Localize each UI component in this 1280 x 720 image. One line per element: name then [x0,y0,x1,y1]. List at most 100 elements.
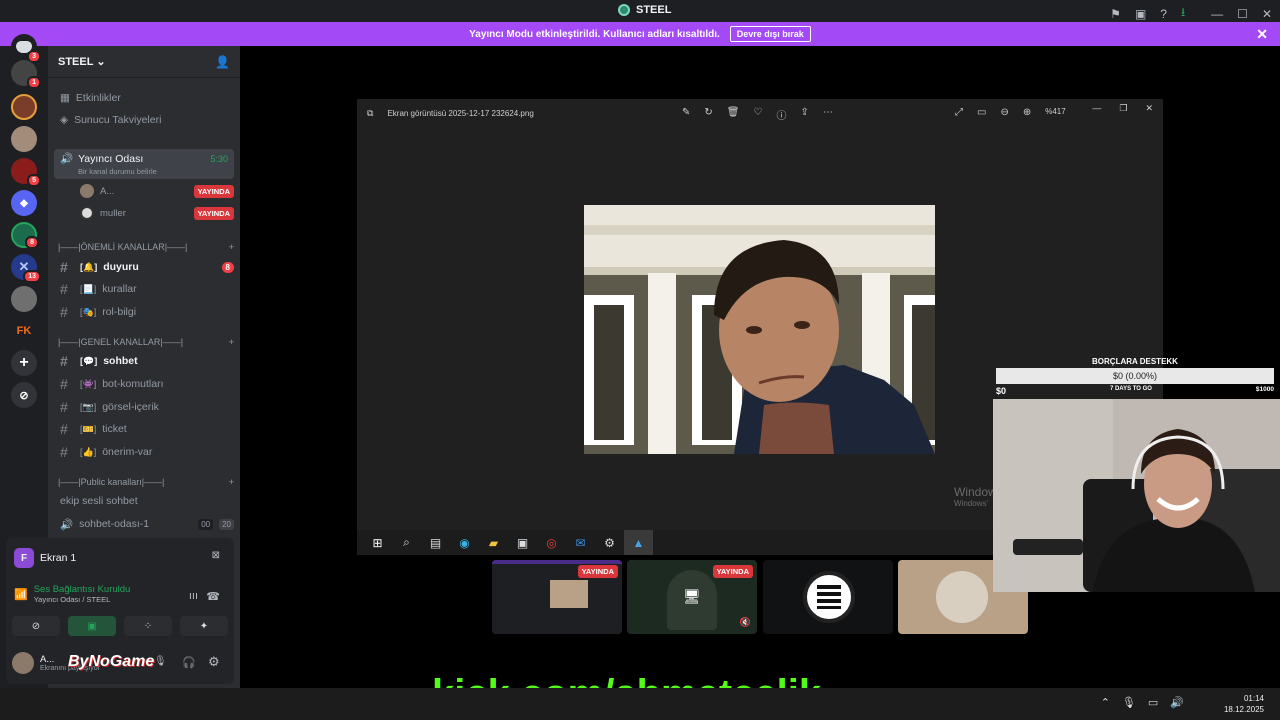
help-icon[interactable]: ? [1160,7,1167,21]
more-icon[interactable]: ⋯ [823,107,833,122]
channel-onerim-var[interactable]: # [👍] önerim-var [54,442,234,462]
connection-status[interactable]: Ses Bağlantısı Kuruldu [34,584,131,595]
settings-gear-icon[interactable]: ⚙ [208,654,220,670]
flag-icon[interactable]: ⚑ [1110,7,1121,21]
server-icon-9[interactable]: FK [11,318,37,344]
voice-channel-active[interactable]: 🔊 Yayıncı Odası 5:30 Bir kanal durumu be… [54,149,234,179]
fit-icon[interactable]: ▭ [977,107,986,118]
maximize-button[interactable]: ☐ [1237,7,1248,21]
viewer-minimize-button[interactable]: — [1092,103,1101,114]
zoom-in-icon[interactable]: ⊕ [1023,107,1031,118]
noise-suppression-icon[interactable]: ııı [189,590,198,602]
minimize-button[interactable]: — [1211,7,1223,21]
photos-app-icon[interactable]: ▲ [624,530,653,555]
search-icon[interactable]: ⌕ [392,530,421,555]
edit-icon[interactable]: ✎ [682,107,690,122]
clock-time[interactable]: 01:14 [1224,693,1264,704]
server-icon-5[interactable]: ◆ [11,190,37,216]
category-important[interactable]: |——|ÖNEMLİ KANALLAR|——| + [58,242,234,252]
explore-servers-icon[interactable]: ⊘ [11,382,37,408]
server-icon-6[interactable]: 8 [11,222,39,249]
mail-icon[interactable]: ✉ [566,530,595,555]
voice-channel-sohbet-odasi[interactable]: 🔊 sohbet-odası-1 00 20 [54,514,234,534]
tray-volume-icon[interactable]: 🔊 [1170,696,1184,709]
voice-user[interactable]: muller YAYINDA [74,203,234,223]
task-view-icon[interactable]: ▤ [421,530,450,555]
boosts-item[interactable]: ◈ Sunucu Takviyeleri [54,110,234,130]
server-icon-7[interactable]: ✕ 13 [11,254,41,283]
donation-goal: $1000 [1255,386,1274,393]
disable-streamer-mode-button[interactable]: Devre dışı bırak [729,26,811,42]
camera-off-button[interactable]: ⊘ [12,616,60,636]
category-general[interactable]: |——|GENEL KANALLAR|——| + [58,337,234,347]
add-channel-icon[interactable]: + [229,337,234,347]
user-avatar[interactable] [12,652,34,674]
server-header[interactable]: STEEL ⌄ 👤 [48,46,240,78]
tray-chevron-icon[interactable]: ⌃ [1101,696,1110,709]
gallery-icon[interactable]: ⧉ [367,108,373,119]
server-badge: 8 [25,236,39,249]
share-icon[interactable]: ⇪ [800,107,808,122]
steam-icon[interactable]: ⚙ [595,530,624,555]
tray-microphone-icon[interactable]: 🎙 [1122,696,1136,709]
server-icon-0[interactable]: 3 [11,34,41,63]
server-icon-8[interactable] [11,286,37,312]
server-icon-1[interactable]: 1 [11,60,41,89]
favorite-icon[interactable]: ♡ [753,107,762,122]
chrome-icon[interactable]: ◎ [537,530,566,555]
inbox-icon[interactable]: ▣ [1135,7,1146,21]
hash-icon: # [60,353,68,369]
soundboard-button[interactable]: ✦ [180,616,228,636]
store-icon[interactable]: ▣ [508,530,537,555]
stop-screen-share-button[interactable]: ▣ [68,616,116,636]
category-public[interactable]: |——|Public kanalları|——| + [58,477,234,487]
viewer-close-button[interactable]: ✕ [1145,103,1153,114]
add-channel-icon[interactable]: + [229,242,234,252]
activities-button[interactable]: ⁘ [124,616,172,636]
channel-duyuru[interactable]: # [🔔] duyuru 8 [54,257,234,277]
server-icon-4[interactable]: 5 [11,158,41,187]
info-icon[interactable]: ⓘ [776,107,786,122]
connection-location[interactable]: Yayıncı Odası / STEEL [34,595,131,604]
download-icon[interactable]: ⭳ [1181,3,1185,24]
add-server-icon[interactable]: + [11,350,37,376]
server-icon-3[interactable] [11,126,37,152]
stream-thumbnail[interactable]: YAYINDA [492,560,622,634]
popout-icon[interactable]: ⊠ [212,550,220,561]
headphones-icon[interactable]: 🎧 [182,656,196,669]
edge-browser-icon[interactable]: ◉ [450,530,479,555]
avatar [80,184,94,198]
channel-rol-bilgi[interactable]: # [🎭] rol-bilgi [54,302,234,322]
disconnect-icon[interactable]: ☎ [206,590,220,603]
events-item[interactable]: ▦ Etkinlikler [54,88,234,108]
stream-thumbnail[interactable] [763,560,893,634]
file-explorer-icon[interactable]: ▰ [479,530,508,555]
invite-people-icon[interactable]: 👤 [215,55,230,69]
donation-title: BORÇLARA DESTEKK [1092,357,1178,366]
channel-sohbet[interactable]: # [💬] sohbet [54,351,234,371]
channel-gorsel-icerik[interactable]: # [📷] görsel-içerik [54,397,234,417]
voice-user[interactable]: A... YAYINDA [74,181,234,201]
channel-emoji: [📷] [80,401,97,412]
channel-emoji: [📃] [80,283,97,294]
zoom-out-icon[interactable]: ⊖ [1000,107,1008,118]
stream-thumbnail[interactable]: 🖥 🔇 YAYINDA [627,560,757,634]
delete-icon[interactable]: 🗑 [727,107,740,122]
channel-ticket[interactable]: # [🎫] ticket [54,419,234,439]
clock-date[interactable]: 18.12.2025 [1224,704,1264,715]
channel-bot-komutlari[interactable]: # [👾] bot-komutları [54,374,234,394]
close-window-button[interactable]: ✕ [1262,7,1272,21]
rotate-icon[interactable]: ↻ [704,107,712,122]
windows-start-icon[interactable]: ⊞ [363,530,392,555]
channel-kurallar[interactable]: # [📃] kurallar [54,279,234,299]
voice-channel-ekip[interactable]: ekip sesli sohbet [54,491,234,511]
tray-network-icon[interactable]: ▭ [1148,696,1158,709]
add-channel-icon[interactable]: + [229,477,234,487]
boost-icon: ◈ [60,114,69,126]
channel-status[interactable]: Bir kanal durumu belirle [78,167,228,176]
server-icon-2[interactable] [11,94,37,120]
viewer-restore-button[interactable]: ❐ [1119,103,1127,114]
close-icon[interactable]: ✕ [1256,26,1268,43]
microphone-icon[interactable]: 🎙 [154,656,167,667]
fullscreen-icon[interactable]: ⤢ [955,107,963,118]
